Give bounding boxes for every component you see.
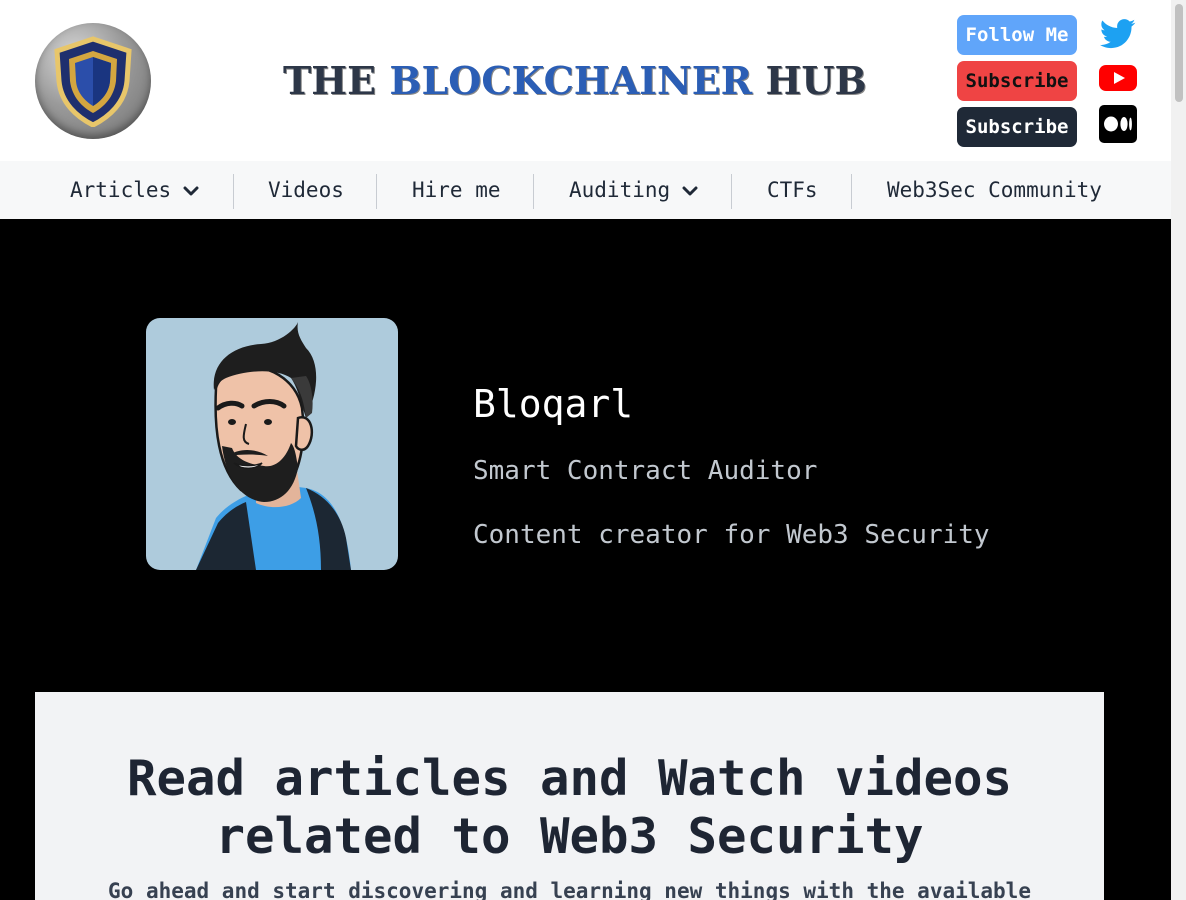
chevron-down-icon: [682, 178, 698, 202]
medium-subscribe-button[interactable]: Subscribe: [957, 107, 1077, 147]
intro-heading-line2: related to Web3 Security: [215, 808, 924, 865]
site-title-part3: HUB: [752, 58, 867, 103]
shield-logo-icon: [54, 36, 132, 127]
follow-me-button[interactable]: Follow Me: [957, 15, 1077, 55]
nav-item-label: Auditing: [569, 178, 671, 202]
intro-heading: Read articles and Watch videos related t…: [35, 750, 1104, 866]
site-header: THE BLOCKCHAINER HUB Follow Me Subscribe…: [0, 0, 1171, 161]
intro-card: Read articles and Watch videos related t…: [35, 692, 1104, 900]
profile-role: Smart Contract Auditor: [473, 456, 818, 486]
nav-item-hire-me[interactable]: Hire me: [412, 161, 501, 219]
nav-divider: [731, 174, 732, 209]
chevron-down-icon: [183, 178, 199, 202]
site-title-part2: BLOCKCHAINER: [389, 58, 753, 103]
nav-item-label: Articles: [70, 178, 172, 202]
nav-divider: [533, 174, 534, 209]
youtube-icon[interactable]: [1099, 59, 1137, 97]
nav-item-label: Web3Sec Community: [887, 178, 1102, 202]
nav-item-ctfs[interactable]: CTFs: [767, 161, 818, 219]
hero-section: Bloqarl Smart Contract Auditor Content c…: [0, 219, 1171, 692]
profile-description: Content creator for Web3 Security: [473, 520, 990, 550]
site-logo[interactable]: [35, 23, 151, 139]
scrollbar-thumb[interactable]: [1175, 4, 1183, 102]
nav-item-label: Videos: [268, 178, 344, 202]
youtube-subscribe-button[interactable]: Subscribe: [957, 61, 1077, 101]
intro-subtext: Go ahead and start discovering and learn…: [108, 879, 1031, 900]
nav-item-label: CTFs: [767, 178, 818, 202]
nav-item-auditing[interactable]: Auditing: [569, 161, 698, 219]
twitter-icon[interactable]: [1099, 15, 1137, 53]
avatar: [146, 318, 398, 570]
main-nav: Articles Videos Hire me Auditing CTFs We…: [0, 161, 1171, 219]
avatar-illustration: [196, 322, 351, 570]
site-title[interactable]: THE BLOCKCHAINER HUB: [283, 58, 867, 104]
page-scrollbar[interactable]: [1171, 0, 1186, 900]
nav-item-label: Hire me: [412, 178, 501, 202]
nav-divider: [233, 174, 234, 209]
profile-name: Bloqarl: [473, 382, 634, 426]
medium-icon[interactable]: [1099, 105, 1137, 143]
nav-item-articles[interactable]: Articles: [70, 161, 199, 219]
nav-divider: [376, 174, 377, 209]
nav-item-web3sec-community[interactable]: Web3Sec Community: [887, 161, 1102, 219]
nav-divider: [851, 174, 852, 209]
nav-item-videos[interactable]: Videos: [268, 161, 344, 219]
page: THE BLOCKCHAINER HUB Follow Me Subscribe…: [0, 0, 1171, 900]
site-title-part1: THE: [283, 58, 390, 103]
intro-heading-line1: Read articles and Watch videos: [126, 750, 1012, 807]
